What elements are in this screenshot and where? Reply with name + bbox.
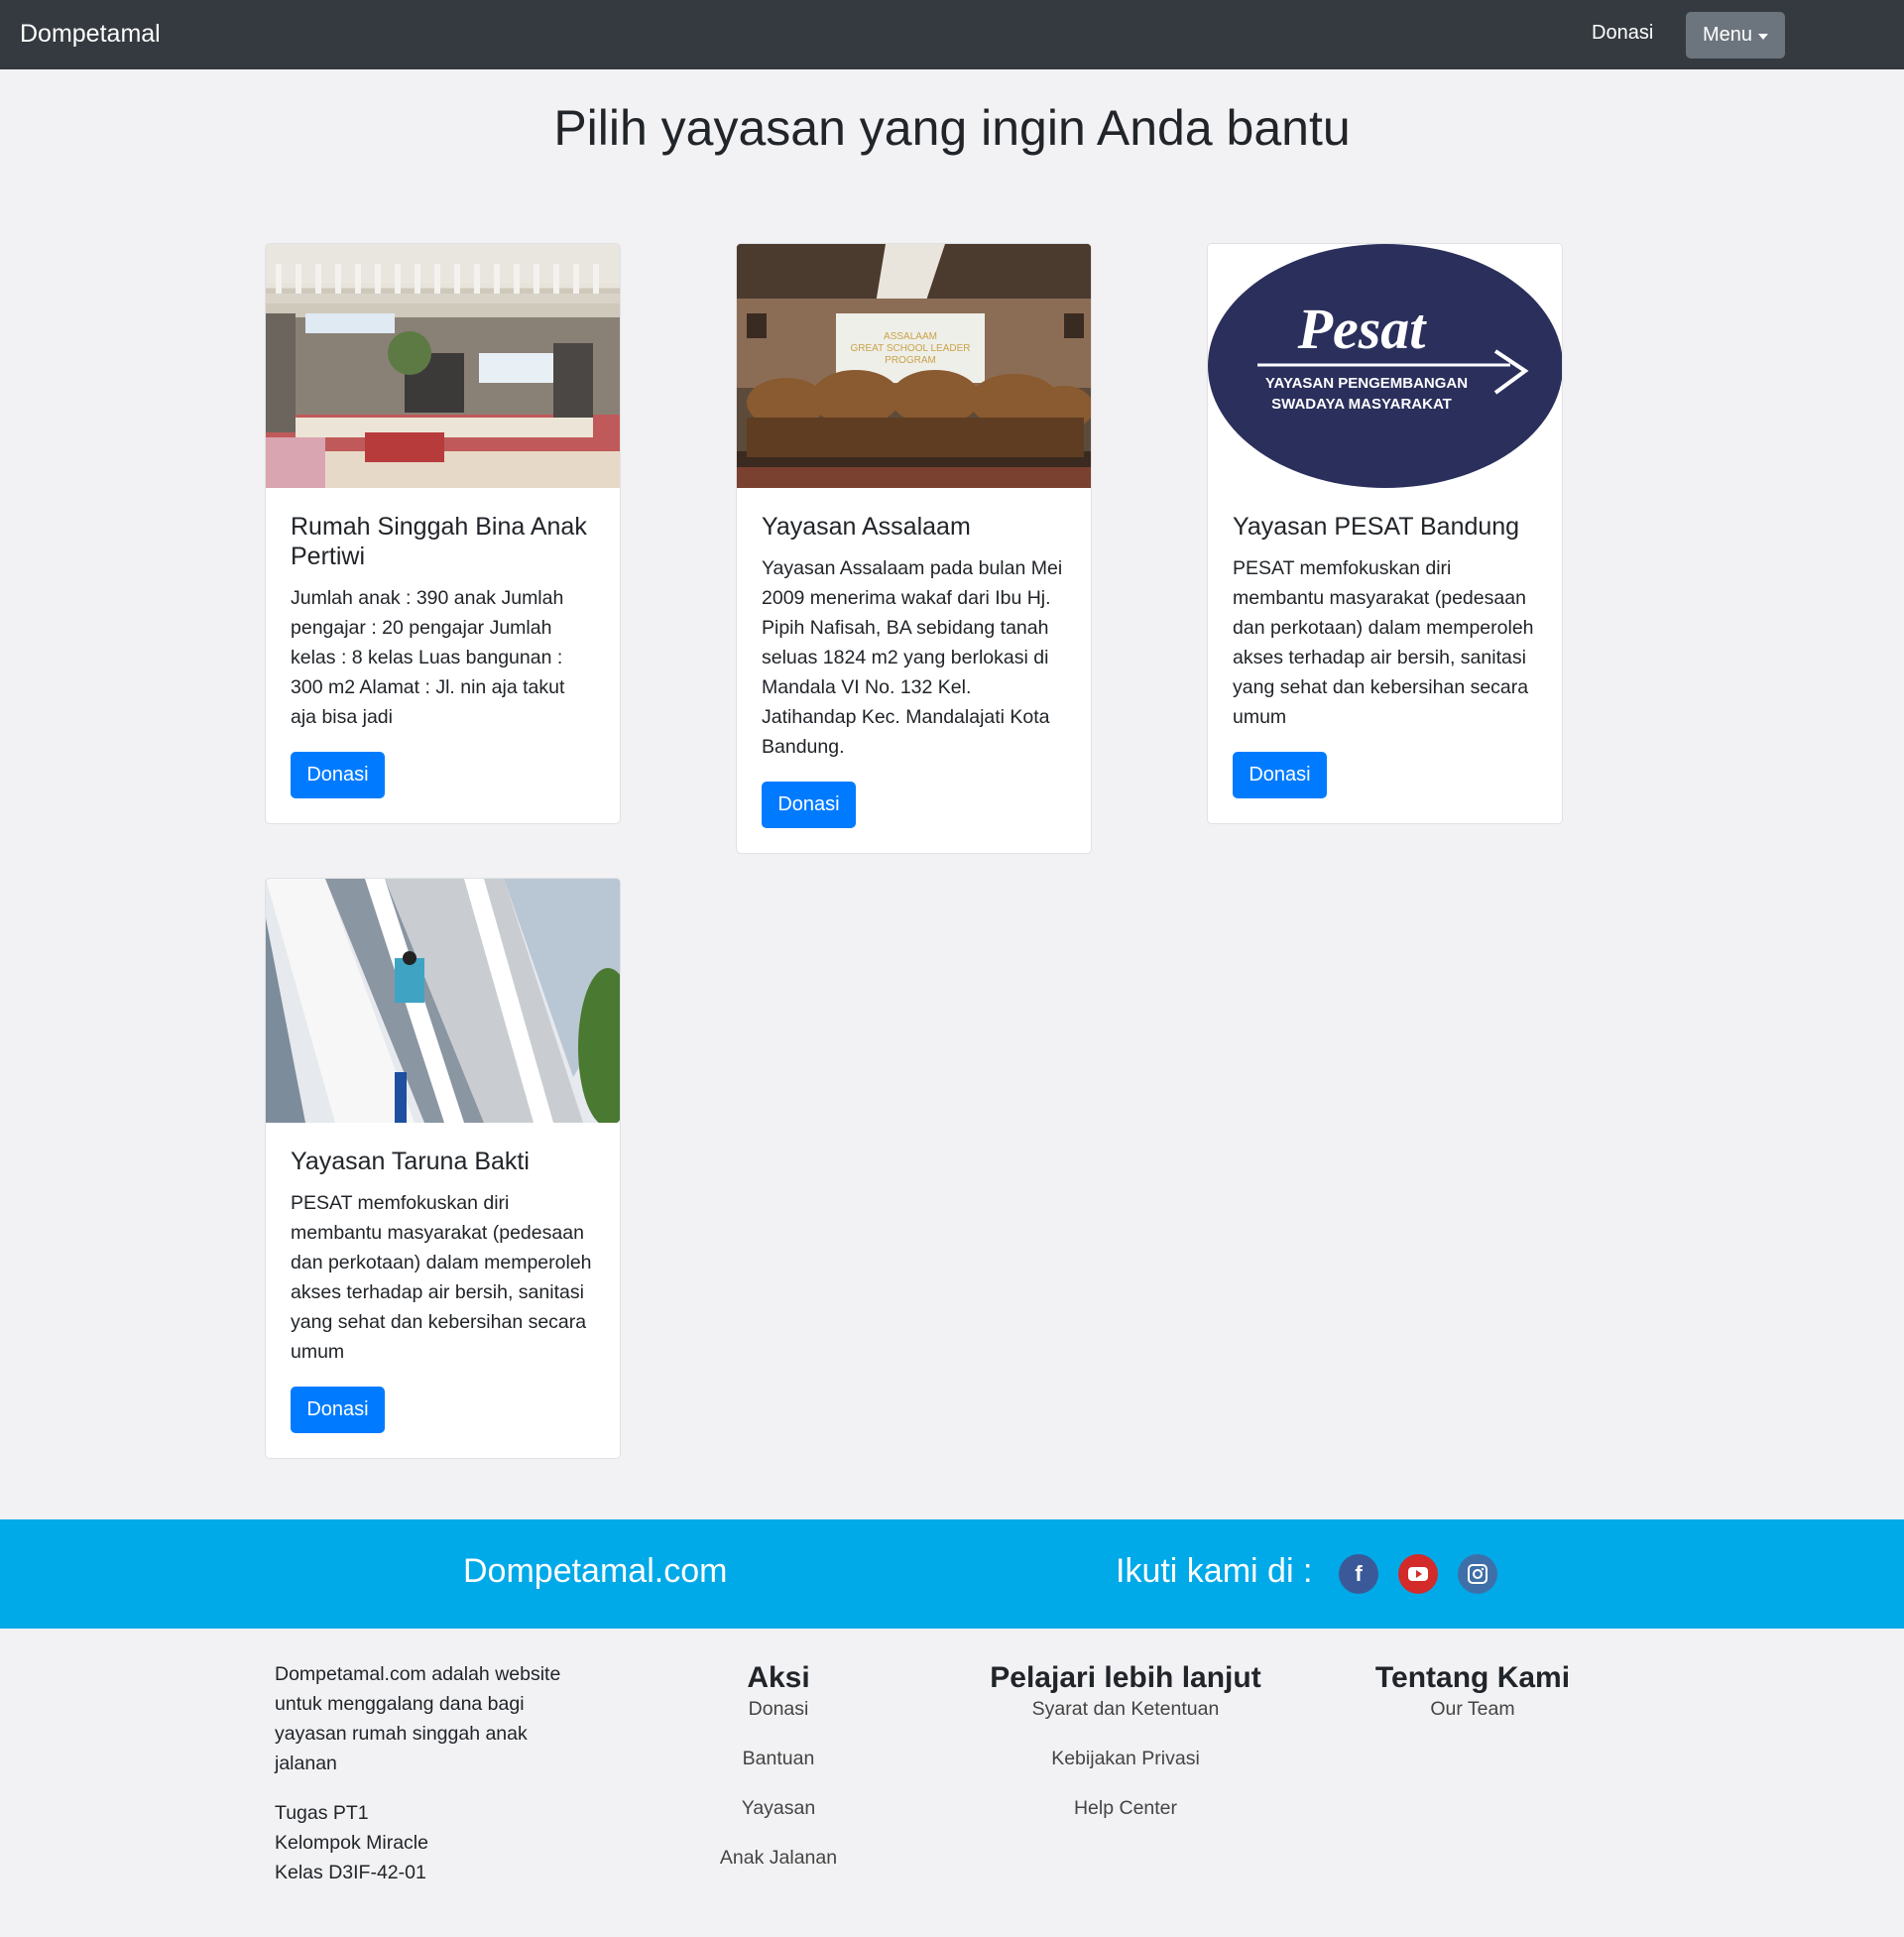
footer-description: Dompetamal.com adalah website untuk meng…	[275, 1663, 561, 1774]
card-image-school-building	[266, 879, 620, 1123]
footer-link-anak-jalanan[interactable]: Anak Jalanan	[679, 1846, 878, 1870]
card-image-pesat-logo: Pesat YAYASAN PENGEMBANGAN SWADAYA MASYA…	[1208, 244, 1562, 488]
nav-donasi-link[interactable]: Donasi	[1592, 22, 1653, 45]
card-image-building	[266, 244, 620, 488]
follow-us-label: Ikuti kami di :	[1116, 1552, 1313, 1590]
facebook-icon[interactable]: f	[1339, 1554, 1378, 1594]
footer-link-our-team[interactable]: Our Team	[1364, 1697, 1582, 1721]
footer-link-yayasan[interactable]: Yayasan	[679, 1796, 878, 1820]
brand-logo-link[interactable]: Dompetamal	[20, 20, 161, 49]
footer-band: Dompetamal.com Ikuti kami di : f	[0, 1519, 1904, 1629]
card-text: PESAT memfokuskan diri membantu masyarak…	[1233, 557, 1534, 728]
card-text: Yayasan Assalaam pada bulan Mei 2009 men…	[762, 557, 1063, 758]
team-line: Kelompok Miracle	[275, 1832, 428, 1854]
donasi-button[interactable]: Donasi	[291, 1387, 385, 1433]
card-image-group-photo: ASSALAAM GREAT SCHOOL LEADER PROGRAM	[737, 244, 1091, 488]
top-navbar: Dompetamal Donasi Menu	[0, 0, 1904, 69]
donasi-button[interactable]: Donasi	[1233, 752, 1327, 798]
card-body: Rumah Singgah Bina Anak Pertiwi Jumlah a…	[266, 488, 620, 823]
card-body: Yayasan Taruna Bakti PESAT memfokuskan d…	[266, 1123, 620, 1458]
banner-line-2: GREAT SCHOOL LEADER	[851, 343, 971, 354]
footer-heading: Aksi	[747, 1661, 810, 1694]
menu-dropdown-button[interactable]: Menu	[1686, 12, 1785, 59]
team-line: Tugas PT1	[275, 1802, 369, 1824]
card-title: Yayasan Taruna Bakti	[291, 1148, 530, 1175]
footer-heading: Pelajari lebih lanjut	[990, 1661, 1261, 1694]
pesat-logo-icon: Pesat YAYASAN PENGEMBANGAN SWADAYA MASYA…	[1208, 244, 1562, 488]
footer-link-syarat[interactable]: Syarat dan Ketentuan	[977, 1697, 1274, 1721]
footer-link-donasi[interactable]: Donasi	[679, 1697, 878, 1721]
menu-label: Menu	[1702, 24, 1753, 46]
pesat-logo-line-1: YAYASAN PENGEMBANGAN	[1265, 375, 1468, 392]
youtube-icon[interactable]	[1398, 1554, 1438, 1594]
footer-column-pelajari: Pelajari lebih lanjut Syarat dan Ketentu…	[977, 1661, 1274, 1846]
card-body: Yayasan Assalaam Yayasan Assalaam pada b…	[737, 488, 1091, 853]
band-site-title: Dompetamal.com	[463, 1552, 728, 1590]
donasi-button[interactable]: Donasi	[291, 752, 385, 798]
banner-line-3: PROGRAM	[885, 355, 936, 366]
foundation-card: Rumah Singgah Bina Anak Pertiwi Jumlah a…	[265, 243, 621, 824]
banner-line-1: ASSALAAM	[884, 331, 937, 342]
card-title: Yayasan Assalaam	[762, 513, 971, 541]
caret-down-icon	[1758, 33, 1769, 40]
card-title: Yayasan PESAT Bandung	[1233, 513, 1520, 541]
footer-heading: Tentang Kami	[1374, 1661, 1571, 1694]
footer-link-help-center[interactable]: Help Center	[977, 1796, 1274, 1820]
pesat-logo-line-2: SWADAYA MASYARAKAT	[1271, 396, 1452, 413]
footer-column-aksi: Aksi Donasi Bantuan Yayasan Anak Jalanan	[679, 1661, 878, 1895]
footer-column-tentang: Tentang Kami Our Team	[1364, 1661, 1582, 1747]
card-text: Jumlah anak : 390 anak Jumlah pengajar :…	[291, 587, 565, 728]
footer-team-info: Tugas PT1 Kelompok Miracle Kelas D3IF-42…	[275, 1798, 428, 1887]
footer-link-bantuan[interactable]: Bantuan	[679, 1747, 878, 1770]
card-text: PESAT memfokuskan diri membantu masyarak…	[291, 1192, 592, 1363]
page-title: Pilih yayasan yang ingin Anda bantu	[553, 100, 1351, 156]
card-body: Yayasan PESAT Bandung PESAT memfokuskan …	[1208, 488, 1562, 823]
instagram-icon[interactable]	[1458, 1554, 1497, 1594]
foundation-card: Yayasan Taruna Bakti PESAT memfokuskan d…	[265, 878, 621, 1459]
donasi-button[interactable]: Donasi	[762, 782, 856, 828]
footer-link-kebijakan[interactable]: Kebijakan Privasi	[977, 1747, 1274, 1770]
team-line: Kelas D3IF-42-01	[275, 1862, 426, 1883]
foundation-card: Pesat YAYASAN PENGEMBANGAN SWADAYA MASYA…	[1207, 243, 1563, 824]
foundation-card: ASSALAAM GREAT SCHOOL LEADER PROGRAM Yay…	[736, 243, 1092, 854]
card-title: Rumah Singgah Bina Anak Pertiwi	[291, 513, 587, 570]
pesat-logo-word: Pesat	[1297, 297, 1428, 361]
